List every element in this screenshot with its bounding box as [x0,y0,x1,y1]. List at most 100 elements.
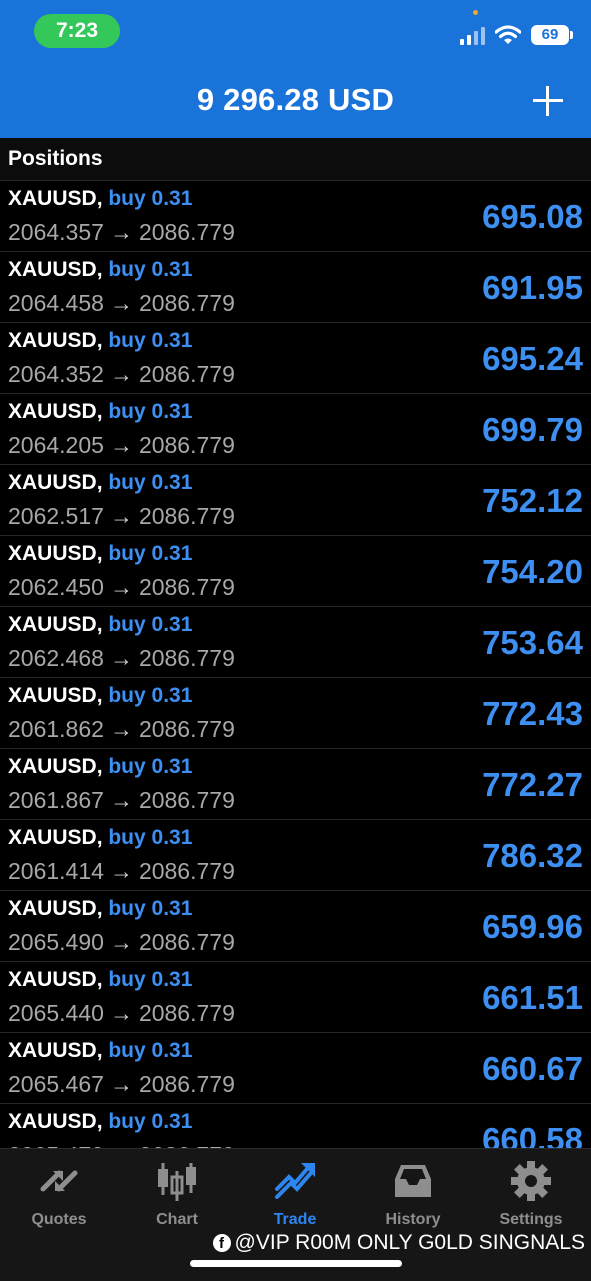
position-separator: , [96,613,109,636]
tab-history[interactable]: History [354,1159,472,1229]
position-prices: 2061.867 → 2086.779 [8,787,235,814]
watermark-text: @VIP R00M ONLY G0LD SINGNALS [234,1231,585,1254]
tab-history-label: History [385,1211,441,1228]
position-row[interactable]: XAUUSD, buy 0.31 2061.862 → 2086.779 772.43 [0,678,591,749]
position-separator: , [96,400,109,423]
position-side: buy 0.31 [108,400,193,423]
trade-icon [275,1163,315,1199]
tab-settings-label: Settings [499,1211,563,1228]
position-profit: 695.08 [482,198,583,235]
position-title: XAUUSD, buy 0.31 [8,400,192,424]
position-row[interactable]: XAUUSD, buy 0.31 2065.440 → 2086.779 661.51 [0,962,591,1033]
position-profit: 659.96 [482,908,583,945]
current-price: 2086.779 [138,787,235,813]
position-row[interactable]: XAUUSD, buy 0.31 2062.450 → 2086.779 754.20 [0,536,591,607]
open-price: 2062.468 [8,645,104,671]
positions-title: Positions [8,147,103,170]
positions-header: Positions [0,138,591,181]
position-symbol: XAUUSD [8,684,97,707]
current-price: 2086.779 [138,1000,235,1026]
position-row[interactable]: XAUUSD, buy 0.31 2064.205 → 2086.779 699.79 [0,394,591,465]
position-side: buy 0.31 [108,1110,193,1133]
position-row[interactable]: XAUUSD, buy 0.31 2061.867 → 2086.779 772.27 [0,749,591,820]
position-symbol: XAUUSD [8,755,97,778]
current-price: 2086.779 [138,574,235,600]
arrow-right-icon: → [109,858,133,884]
tab-trade[interactable]: Trade [236,1159,354,1229]
position-separator: , [96,329,109,352]
position-symbol: XAUUSD [8,329,97,352]
current-price: 2086.779 [138,290,235,316]
position-prices: 2061.414 → 2086.779 [8,858,235,885]
position-title: XAUUSD, buy 0.31 [8,897,192,921]
current-price: 2086.779 [138,1071,235,1097]
position-profit: 753.64 [482,624,583,661]
position-title: XAUUSD, buy 0.31 [8,613,192,637]
status-bar: 7:23 69 [0,0,591,62]
position-symbol: XAUUSD [8,187,97,210]
cellular-signal-icon [460,25,485,45]
position-row[interactable]: XAUUSD, buy 0.31 2062.468 → 2086.779 753.64 [0,607,591,678]
position-separator: , [96,684,109,707]
status-time: 7:23 [34,14,120,48]
arrow-right-icon: → [109,503,133,529]
position-row[interactable]: XAUUSD, buy 0.31 2065.490 → 2086.779 659.96 [0,891,591,962]
position-title: XAUUSD, buy 0.31 [8,1039,192,1063]
new-order-button[interactable] [533,86,563,116]
position-symbol: XAUUSD [8,826,97,849]
position-prices: 2062.517 → 2086.779 [8,503,235,530]
position-side: buy 0.31 [108,613,193,636]
account-balance: 9 296.28 USD [196,82,395,117]
current-price: 2086.779 [138,716,235,742]
position-side: buy 0.31 [108,258,193,281]
position-title: XAUUSD, buy 0.31 [8,187,192,211]
position-title: XAUUSD, buy 0.31 [8,755,192,779]
position-symbol: XAUUSD [8,400,97,423]
current-price: 2086.779 [138,929,235,955]
position-separator: , [96,542,109,565]
open-price: 2065.490 [8,929,104,955]
position-title: XAUUSD, buy 0.31 [8,542,192,566]
position-row[interactable]: XAUUSD, buy 0.31 2062.517 → 2086.779 752.12 [0,465,591,536]
position-side: buy 0.31 [108,1039,193,1062]
position-row[interactable]: XAUUSD, buy 0.31 2064.352 → 2086.779 695.24 [0,323,591,394]
position-side: buy 0.31 [108,755,193,778]
position-symbol: XAUUSD [8,1110,97,1133]
position-separator: , [96,471,109,494]
position-separator: , [96,826,109,849]
position-title: XAUUSD, buy 0.31 [8,684,192,708]
position-profit: 660.67 [482,1050,583,1087]
position-side: buy 0.31 [108,968,193,991]
position-prices: 2062.468 → 2086.779 [8,645,235,672]
position-row[interactable]: XAUUSD, buy 0.31 2065.467 → 2086.779 660.67 [0,1033,591,1104]
position-separator: , [96,1039,109,1062]
tab-quotes[interactable]: Quotes [0,1159,118,1229]
tab-chart[interactable]: Chart [118,1159,236,1229]
position-row[interactable]: XAUUSD, buy 0.31 2064.357 → 2086.779 695.08 [0,181,591,252]
position-title: XAUUSD, buy 0.31 [8,826,192,850]
positions-list: XAUUSD, buy 0.31 2064.357 → 2086.779 695.08 X… [0,181,591,1148]
open-price: 2061.867 [8,787,104,813]
position-side: buy 0.31 [108,471,193,494]
tab-quotes-label: Quotes [31,1211,87,1228]
position-row[interactable]: XAUUSD, buy 0.312065.470→2086.779660.58 [0,1104,591,1148]
tab-trade-label: Trade [273,1211,317,1228]
position-title: XAUUSD, buy 0.31 [8,471,192,495]
current-price: 2086.779 [138,858,235,884]
position-prices: 2065.440 → 2086.779 [8,1000,235,1027]
tab-chart-label: Chart [156,1211,198,1228]
position-title: XAUUSD, buy 0.31 [8,258,192,282]
arrow-right-icon: → [109,645,133,671]
home-indicator[interactable] [190,1260,402,1267]
open-price: 2062.450 [8,574,104,600]
open-price: 2061.414 [8,858,104,884]
app-header: 7:23 69 9 296.28 USD [0,0,591,138]
watermark: f @VIP R00M ONLY G0LD SINGNALS [212,1231,585,1255]
position-symbol: XAUUSD [8,258,97,281]
open-price: 2064.205 [8,432,104,458]
position-side: buy 0.31 [108,897,193,920]
position-row[interactable]: XAUUSD, buy 0.31 2064.458 → 2086.779 691.95 [0,252,591,323]
arrow-right-icon: → [109,1071,133,1097]
position-row[interactable]: XAUUSD, buy 0.31 2061.414 → 2086.779 786.32 [0,820,591,891]
tab-settings[interactable]: Settings [472,1159,590,1229]
